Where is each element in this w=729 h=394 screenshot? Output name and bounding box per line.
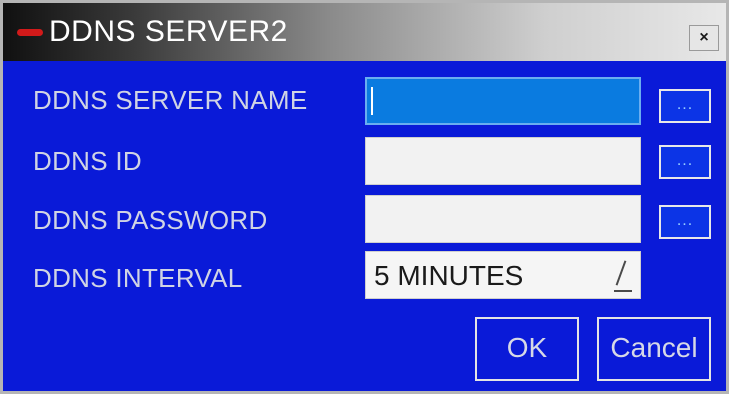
close-button[interactable]: ×	[689, 25, 719, 51]
ddns-interval-value: 5 MINUTES	[374, 260, 524, 291]
title-bar[interactable]: DDNS SERVER2 ×	[3, 3, 726, 61]
app-logo-icon	[17, 29, 43, 36]
ok-button[interactable]: OK	[475, 317, 579, 381]
ddns-interval-label: DDNS INTERVAL	[33, 263, 243, 293]
ddns-interval-select[interactable]: 5 MINUTES	[365, 251, 641, 299]
cancel-button[interactable]: Cancel	[597, 317, 711, 381]
server-name-browse-button[interactable]: ...	[659, 89, 711, 123]
dropdown-icon[interactable]	[614, 260, 632, 292]
ddns-password-field[interactable]	[365, 195, 641, 243]
ddns-password-label: DDNS PASSWORD	[33, 205, 268, 235]
ddns-server-dialog: DDNS SERVER2 × DDNS SERVER NAME ... DDNS…	[0, 0, 729, 394]
server-name-field[interactable]	[365, 77, 641, 125]
ddns-id-label: DDNS ID	[33, 146, 142, 176]
ddns-id-field[interactable]	[365, 137, 641, 185]
dialog-title: DDNS SERVER2	[49, 15, 288, 48]
ddns-password-browse-button[interactable]: ...	[659, 205, 711, 239]
server-name-label: DDNS SERVER NAME	[33, 85, 308, 115]
ddns-id-browse-button[interactable]: ...	[659, 145, 711, 179]
